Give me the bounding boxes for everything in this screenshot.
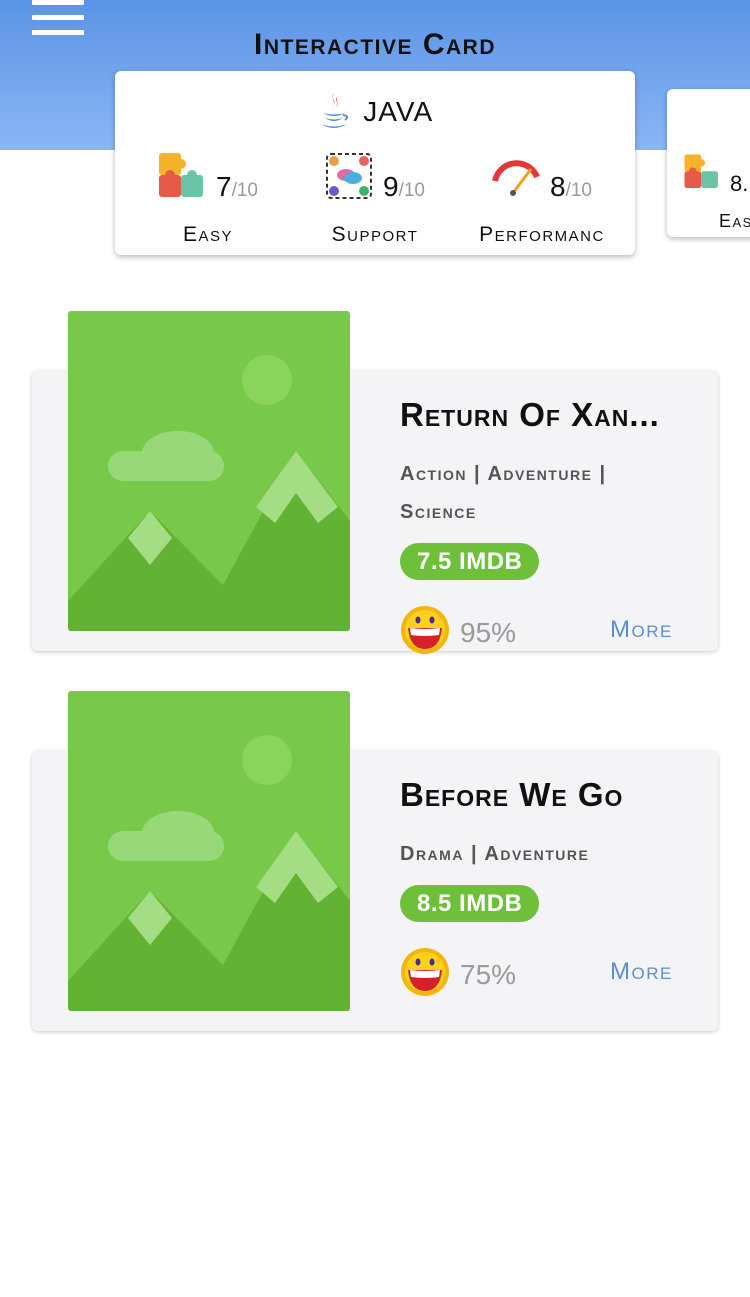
puzzle-icon xyxy=(159,153,203,197)
java-logo-icon xyxy=(320,93,348,128)
rating-percentage: 95% xyxy=(460,617,517,648)
metric-performance: 8/10 Performanc xyxy=(457,149,627,249)
metric-score: 7 xyxy=(216,171,232,202)
movie-title: Before We Go xyxy=(400,776,624,813)
movie-genres: Action | Adventure | Science xyxy=(400,463,607,523)
metric-max: /10 xyxy=(231,180,258,201)
language-card-next[interactable]: 8. Eas xyxy=(667,89,750,237)
movie-poster-image xyxy=(68,691,350,1011)
metric-max: /10 xyxy=(398,180,425,201)
imdb-rating-badge: 7.5 IMDB xyxy=(400,543,540,580)
more-link[interactable]: More xyxy=(610,958,673,986)
metric-easy: 7/10 Easy xyxy=(123,149,293,249)
metric-label: Easy xyxy=(182,223,234,246)
metric-score: 9 xyxy=(383,171,399,202)
more-link[interactable]: More xyxy=(610,616,673,644)
movie-genres: Drama | Adventure xyxy=(400,843,590,865)
language-name: JAVA xyxy=(363,96,434,127)
metric-max: /10 xyxy=(565,180,592,201)
metric-score: 8 xyxy=(550,171,566,202)
metric-label: Support xyxy=(331,223,419,246)
smiley-icon xyxy=(401,948,449,996)
puzzle-icon xyxy=(684,154,718,188)
rating-percentage: 75% xyxy=(460,959,517,990)
imdb-rating-badge: 8.5 IMDB xyxy=(400,885,540,922)
movie-title: Return Of Xan... xyxy=(400,396,660,433)
page-title: Interactive Card xyxy=(253,28,496,61)
metric-support: 9/10 Support xyxy=(290,149,460,249)
movie-poster-image xyxy=(68,311,350,631)
metric-label: Performanc xyxy=(479,223,605,246)
support-people-icon xyxy=(326,153,372,199)
metric-score: 8. xyxy=(730,171,749,196)
smiley-icon xyxy=(401,606,449,654)
language-card[interactable]: JAVA 7/10 Easy 9/10 Support 8/10 Perform… xyxy=(115,71,635,255)
metric-label: Eas xyxy=(719,211,750,231)
speedometer-icon xyxy=(492,160,540,196)
